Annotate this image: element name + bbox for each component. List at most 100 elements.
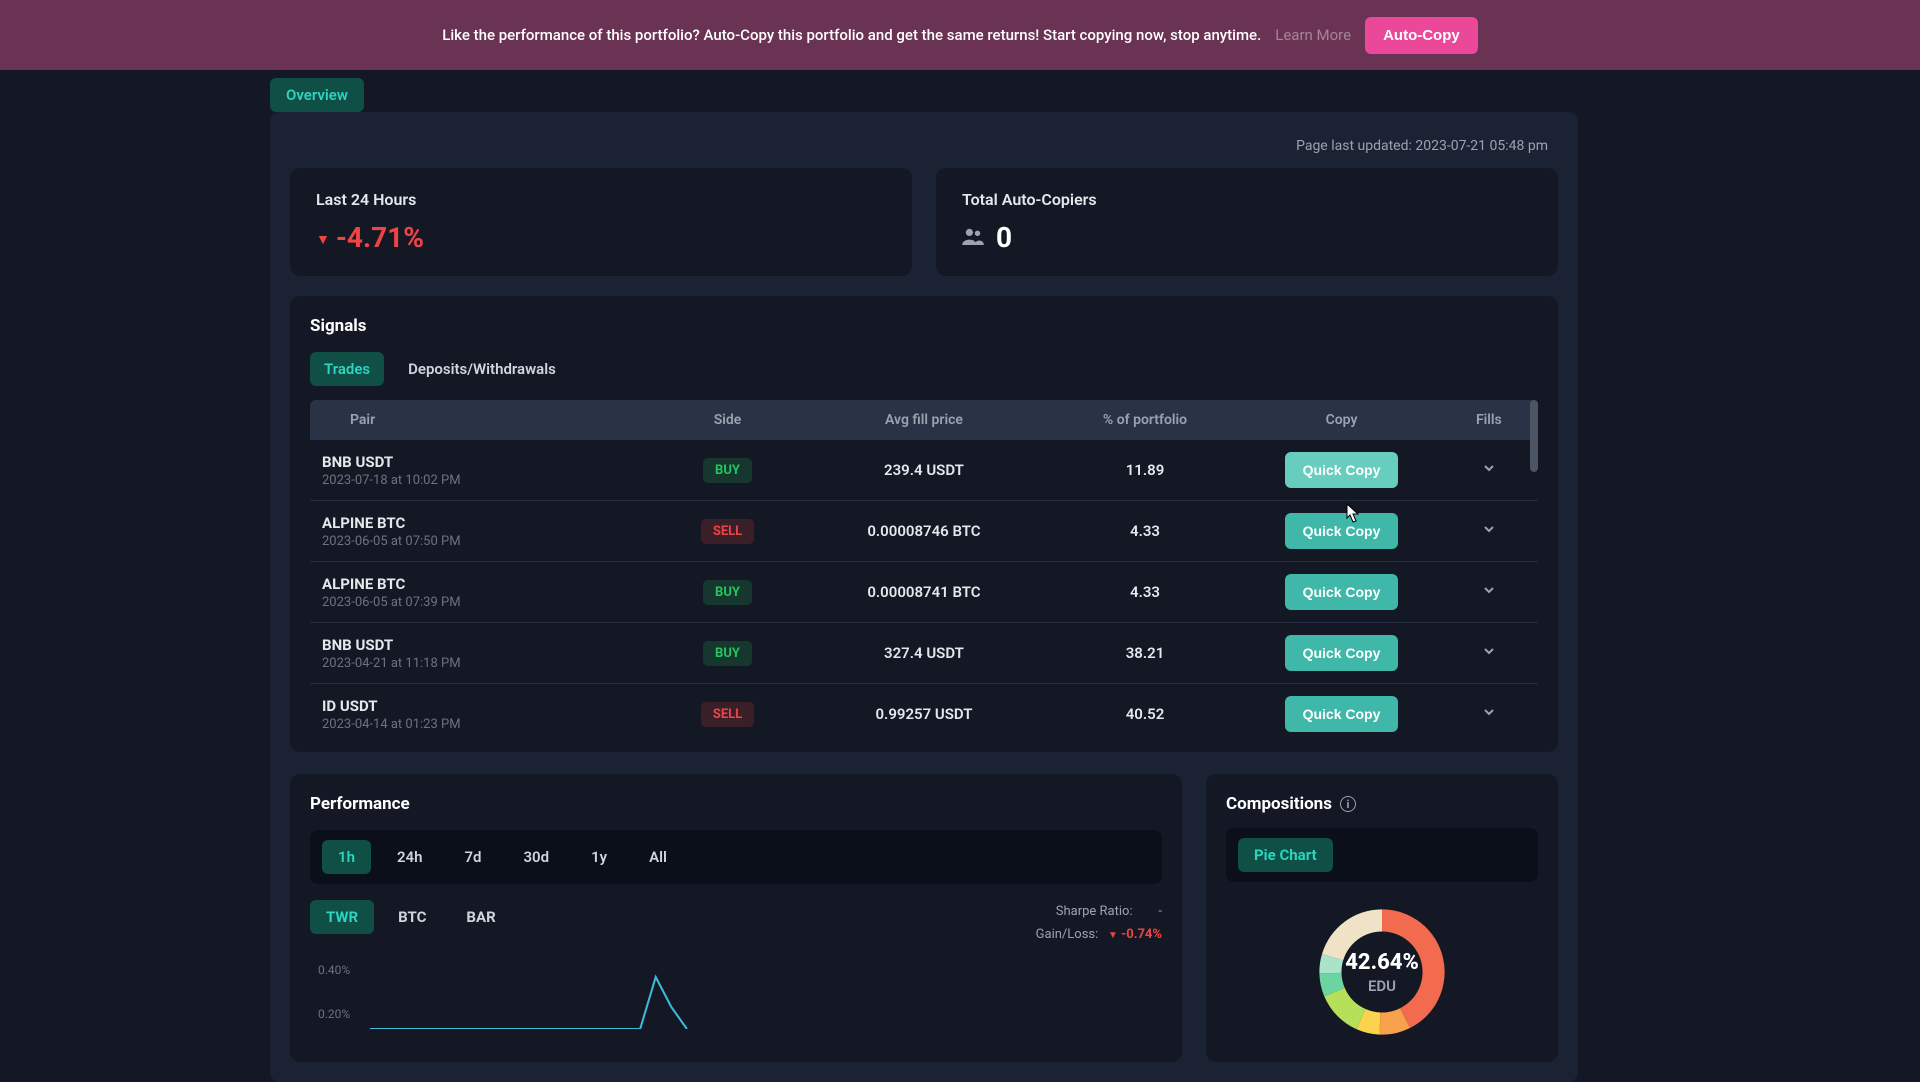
- quick-copy-button[interactable]: Quick Copy: [1285, 696, 1399, 732]
- promo-message: Like the performance of this portfolio? …: [442, 26, 1261, 44]
- pair-name: ID USDT: [322, 697, 644, 715]
- auto-copy-button[interactable]: Auto-Copy: [1365, 17, 1478, 54]
- col-price: Avg fill price: [801, 400, 1047, 440]
- table-row: ALPINE BTC 2023-06-05 at 07:50 PM SELL 0.00…: [310, 501, 1538, 562]
- pair-timestamp: 2023-06-05 at 07:50 PM: [322, 534, 644, 549]
- time-tab-24h[interactable]: 24h: [381, 840, 439, 874]
- stat-row: Last 24 Hours ▼-4.71% Total Auto-Copiers…: [290, 168, 1558, 276]
- card-total-copiers: Total Auto-Copiers 0: [936, 168, 1558, 276]
- time-tab-7d[interactable]: 7d: [448, 840, 497, 874]
- total-copiers-label: Total Auto-Copiers: [962, 190, 1532, 209]
- donut-center-symbol: EDU: [1345, 977, 1419, 995]
- time-tab-1y[interactable]: 1y: [575, 840, 623, 874]
- pct-of-portfolio: 4.33: [1047, 562, 1243, 623]
- chevron-down-icon[interactable]: [1482, 644, 1496, 662]
- signals-table-wrap: Pair Side Avg fill price % of portfolio …: [310, 400, 1538, 744]
- pair-name: BNB USDT: [322, 453, 644, 471]
- col-pct: % of portfolio: [1047, 400, 1243, 440]
- pct-of-portfolio: 38.21: [1047, 623, 1243, 684]
- last-24h-value: ▼-4.71%: [316, 221, 886, 254]
- metric-tab-btc[interactable]: BTC: [382, 900, 442, 934]
- chevron-down-icon[interactable]: [1482, 522, 1496, 540]
- side-badge: BUY: [703, 641, 752, 666]
- time-tab-30d[interactable]: 30d: [507, 840, 565, 874]
- tab-overview[interactable]: Overview: [270, 78, 364, 112]
- side-badge: BUY: [703, 458, 752, 483]
- table-row: BNB USDT 2023-07-18 at 10:02 PM BUY 239.4 U…: [310, 440, 1538, 501]
- ytick-1: 0.20%: [318, 1007, 350, 1021]
- quick-copy-button[interactable]: Quick Copy: [1285, 635, 1399, 671]
- performance-chart: 0.40% 0.20%: [310, 957, 1162, 1029]
- pair-timestamp: 2023-04-21 at 11:18 PM: [322, 656, 644, 671]
- time-tab-All[interactable]: All: [633, 840, 683, 874]
- avg-fill-price: 0.00008746 BTC: [801, 501, 1047, 562]
- gainloss-label: Gain/Loss:: [1036, 927, 1099, 942]
- tab-trades[interactable]: Trades: [310, 352, 384, 386]
- table-row: ID USDT 2023-04-14 at 01:23 PM SELL 0.99257…: [310, 684, 1538, 745]
- time-range-tabs: 1h 24h 7d 30d 1y All: [310, 830, 1162, 884]
- last-24h-label: Last 24 Hours: [316, 190, 886, 209]
- side-badge: SELL: [701, 702, 754, 727]
- page-last-updated: Page last updated: 2023-07-21 05:48 pm: [290, 132, 1558, 168]
- chevron-down-icon[interactable]: [1482, 705, 1496, 723]
- sharpe-gainloss-block: Sharpe Ratio: - Gain/Loss: ▼ -0.74%: [1036, 900, 1162, 947]
- page-tabs: Overview: [0, 70, 1920, 112]
- ytick-0: 0.40%: [318, 963, 350, 977]
- pair-timestamp: 2023-07-18 at 10:02 PM: [322, 473, 644, 488]
- metric-tabs: TWRBTCBAR: [310, 900, 512, 934]
- total-copiers-value: 0: [962, 221, 1532, 254]
- pct-of-portfolio: 11.89: [1047, 440, 1243, 501]
- side-badge: BUY: [703, 580, 752, 605]
- bottom-row: Performance 1h 24h 7d 30d 1y All TWRBTCBAR Sh…: [290, 774, 1558, 1062]
- gainloss-value: -0.74%: [1121, 927, 1162, 942]
- compositions-tab-bar: Pie Chart: [1226, 828, 1538, 882]
- pair-timestamp: 2023-04-14 at 01:23 PM: [322, 717, 644, 732]
- performance-title: Performance: [310, 794, 1162, 814]
- pct-of-portfolio: 40.52: [1047, 684, 1243, 745]
- metric-tab-twr[interactable]: TWR: [310, 900, 374, 934]
- pct-of-portfolio: 4.33: [1047, 501, 1243, 562]
- pair-name: ALPINE BTC: [322, 514, 644, 532]
- side-badge: SELL: [701, 519, 754, 544]
- compositions-title: Compositions i: [1226, 794, 1538, 814]
- signals-panel: Signals Trades Deposits/Withdrawals Pair…: [290, 296, 1558, 752]
- scrollbar[interactable]: [1530, 400, 1538, 472]
- tab-deposits-withdrawals[interactable]: Deposits/Withdrawals: [394, 352, 570, 386]
- people-icon: [962, 226, 984, 250]
- performance-panel: Performance 1h 24h 7d 30d 1y All TWRBTCBAR Sh…: [290, 774, 1182, 1062]
- signals-title: Signals: [310, 316, 1538, 336]
- compositions-panel: Compositions i Pie Chart 42.64% EDU: [1206, 774, 1558, 1062]
- signals-tabs: Trades Deposits/Withdrawals: [310, 352, 1538, 386]
- avg-fill-price: 0.00008741 BTC: [801, 562, 1047, 623]
- avg-fill-price: 327.4 USDT: [801, 623, 1047, 684]
- info-icon[interactable]: i: [1340, 796, 1356, 812]
- quick-copy-button[interactable]: Quick Copy: [1285, 452, 1399, 488]
- card-last-24h: Last 24 Hours ▼-4.71%: [290, 168, 912, 276]
- col-side: Side: [654, 400, 801, 440]
- col-fills: Fills: [1440, 400, 1538, 440]
- tab-pie-chart[interactable]: Pie Chart: [1238, 838, 1333, 872]
- pair-timestamp: 2023-06-05 at 07:39 PM: [322, 595, 644, 610]
- table-row: ALPINE BTC 2023-06-05 at 07:39 PM BUY 0.000…: [310, 562, 1538, 623]
- compositions-donut: 42.64% EDU: [1226, 902, 1538, 1042]
- main-panel: Page last updated: 2023-07-21 05:48 pm L…: [270, 112, 1578, 1082]
- quick-copy-button[interactable]: Quick Copy: [1285, 513, 1399, 549]
- learn-more-link[interactable]: Learn More: [1275, 26, 1351, 44]
- signals-table: Pair Side Avg fill price % of portfolio …: [310, 400, 1538, 744]
- pair-name: BNB USDT: [322, 636, 644, 654]
- quick-copy-button[interactable]: Quick Copy: [1285, 574, 1399, 610]
- sharpe-value: -: [1158, 904, 1162, 919]
- avg-fill-price: 0.99257 USDT: [801, 684, 1047, 745]
- metric-tab-bar[interactable]: BAR: [450, 900, 511, 934]
- col-copy: Copy: [1243, 400, 1439, 440]
- chevron-down-icon[interactable]: [1482, 583, 1496, 601]
- caret-down-icon: ▼: [316, 232, 330, 248]
- promo-banner: Like the performance of this portfolio? …: [0, 0, 1920, 70]
- avg-fill-price: 239.4 USDT: [801, 440, 1047, 501]
- time-tab-1h[interactable]: 1h: [322, 840, 371, 874]
- chevron-down-icon[interactable]: [1482, 461, 1496, 479]
- donut-center-pct: 42.64%: [1345, 950, 1419, 975]
- pair-name: ALPINE BTC: [322, 575, 644, 593]
- table-row: BNB USDT 2023-04-21 at 11:18 PM BUY 327.4 U…: [310, 623, 1538, 684]
- sharpe-label: Sharpe Ratio:: [1056, 904, 1133, 919]
